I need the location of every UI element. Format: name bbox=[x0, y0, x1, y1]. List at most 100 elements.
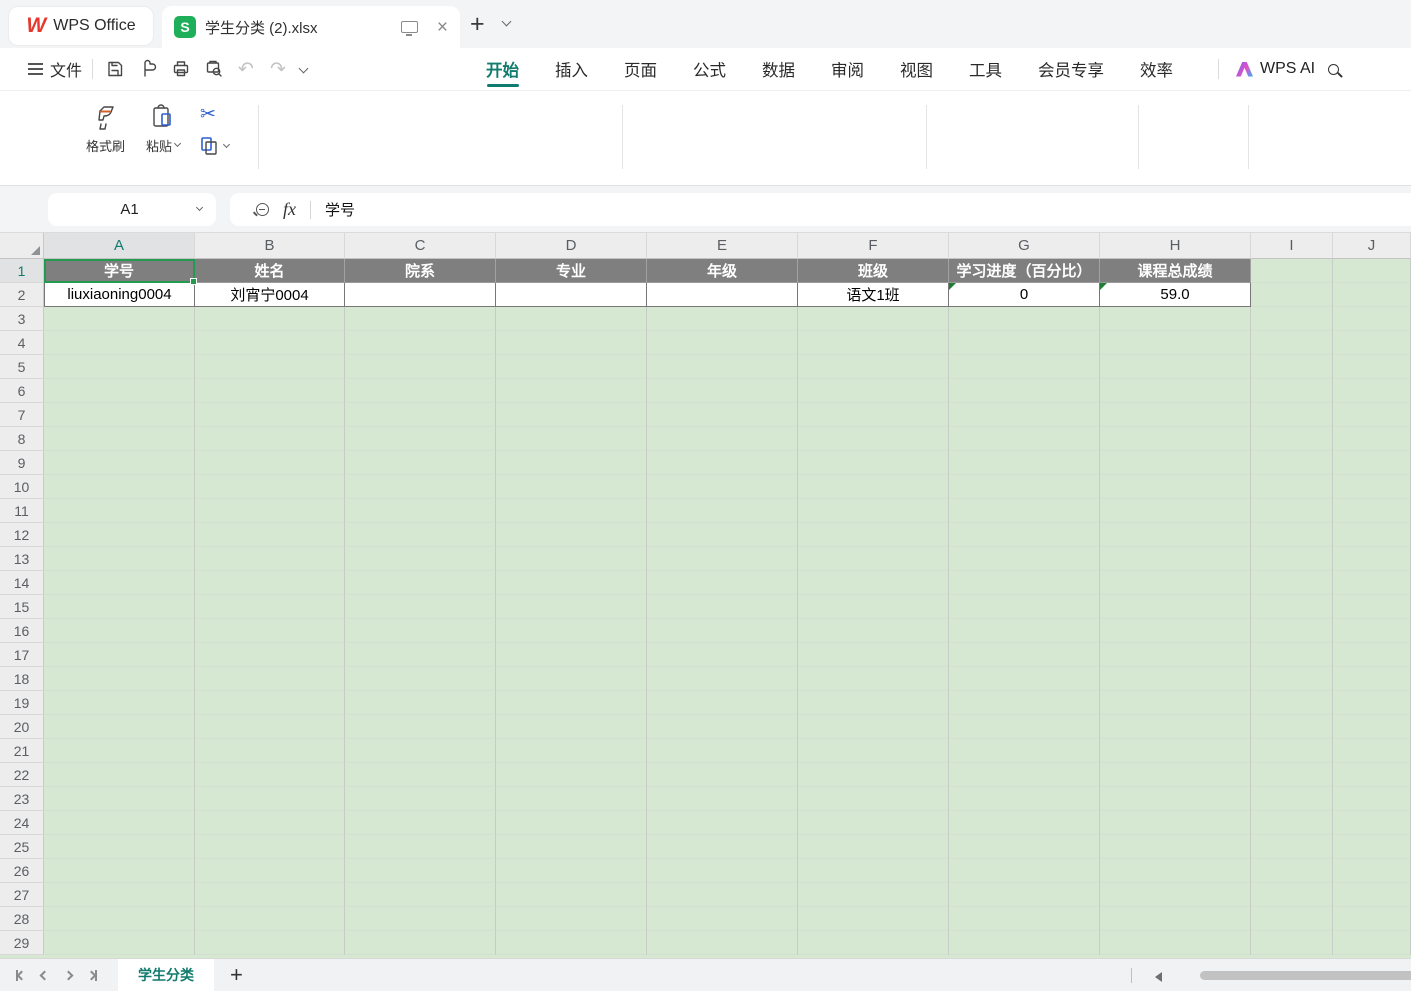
cell-B8[interactable] bbox=[195, 427, 345, 451]
document-tab[interactable]: S 学生分类 (2).xlsx × bbox=[162, 6, 460, 48]
cell-I13[interactable] bbox=[1251, 547, 1333, 571]
cell-G4[interactable] bbox=[949, 331, 1100, 355]
cell-F13[interactable] bbox=[798, 547, 949, 571]
cell-A14[interactable] bbox=[44, 571, 195, 595]
row-header-23[interactable]: 23 bbox=[0, 787, 44, 811]
column-header-I[interactable]: I bbox=[1251, 233, 1333, 259]
cell-I25[interactable] bbox=[1251, 835, 1333, 859]
menu-item-效率[interactable]: 效率 bbox=[1122, 48, 1191, 90]
cell-J25[interactable] bbox=[1333, 835, 1411, 859]
row-header-2[interactable]: 2 bbox=[0, 283, 44, 307]
cell-A17[interactable] bbox=[44, 643, 195, 667]
cell-G13[interactable] bbox=[949, 547, 1100, 571]
cell-F16[interactable] bbox=[798, 619, 949, 643]
formula-zoom-icon[interactable] bbox=[256, 203, 269, 216]
menu-item-插入[interactable]: 插入 bbox=[537, 48, 606, 90]
row-header-11[interactable]: 11 bbox=[0, 499, 44, 523]
cell-G5[interactable] bbox=[949, 355, 1100, 379]
cell-J22[interactable] bbox=[1333, 763, 1411, 787]
redo-button[interactable]: ↷ bbox=[263, 48, 293, 90]
new-tab-button[interactable]: + bbox=[470, 10, 485, 39]
cell-A10[interactable] bbox=[44, 475, 195, 499]
cell-J24[interactable] bbox=[1333, 811, 1411, 835]
cell-I11[interactable] bbox=[1251, 499, 1333, 523]
menu-item-工具[interactable]: 工具 bbox=[951, 48, 1020, 90]
tab-close-icon[interactable]: × bbox=[437, 18, 448, 37]
cell-H15[interactable] bbox=[1100, 595, 1251, 619]
cell-I18[interactable] bbox=[1251, 667, 1333, 691]
cell-I1[interactable] bbox=[1251, 259, 1333, 283]
cell-H3[interactable] bbox=[1100, 307, 1251, 331]
cell-J3[interactable] bbox=[1333, 307, 1411, 331]
cell-D4[interactable] bbox=[496, 331, 647, 355]
cell-D9[interactable] bbox=[496, 451, 647, 475]
cell-I5[interactable] bbox=[1251, 355, 1333, 379]
cell-J21[interactable] bbox=[1333, 739, 1411, 763]
cell-E25[interactable] bbox=[647, 835, 798, 859]
cell-B2[interactable]: 刘宵宁0004 bbox=[195, 283, 345, 307]
cell-I3[interactable] bbox=[1251, 307, 1333, 331]
cut-button[interactable]: ✂ bbox=[200, 103, 216, 126]
cell-D8[interactable] bbox=[496, 427, 647, 451]
cell-G14[interactable] bbox=[949, 571, 1100, 595]
last-sheet-button[interactable] bbox=[80, 963, 104, 987]
row-header-1[interactable]: 1 bbox=[0, 259, 44, 283]
menu-item-会员专享[interactable]: 会员专享 bbox=[1020, 48, 1122, 90]
row-header-12[interactable]: 12 bbox=[0, 523, 44, 547]
cell-I15[interactable] bbox=[1251, 595, 1333, 619]
cell-E2[interactable] bbox=[647, 283, 798, 307]
cell-C7[interactable] bbox=[345, 403, 496, 427]
cell-A5[interactable] bbox=[44, 355, 195, 379]
cell-D14[interactable] bbox=[496, 571, 647, 595]
cell-H26[interactable] bbox=[1100, 859, 1251, 883]
row-header-19[interactable]: 19 bbox=[0, 691, 44, 715]
cell-E27[interactable] bbox=[647, 883, 798, 907]
cell-F25[interactable] bbox=[798, 835, 949, 859]
cell-C3[interactable] bbox=[345, 307, 496, 331]
cell-E16[interactable] bbox=[647, 619, 798, 643]
cell-C29[interactable] bbox=[345, 931, 496, 955]
cell-A13[interactable] bbox=[44, 547, 195, 571]
cell-J20[interactable] bbox=[1333, 715, 1411, 739]
present-monitor-icon[interactable] bbox=[401, 21, 418, 33]
cell-E17[interactable] bbox=[647, 643, 798, 667]
cell-B19[interactable] bbox=[195, 691, 345, 715]
cell-B6[interactable] bbox=[195, 379, 345, 403]
cell-J9[interactable] bbox=[1333, 451, 1411, 475]
cell-A22[interactable] bbox=[44, 763, 195, 787]
cell-G18[interactable] bbox=[949, 667, 1100, 691]
cell-I27[interactable] bbox=[1251, 883, 1333, 907]
cell-I21[interactable] bbox=[1251, 739, 1333, 763]
cell-F9[interactable] bbox=[798, 451, 949, 475]
cell-H23[interactable] bbox=[1100, 787, 1251, 811]
cell-G24[interactable] bbox=[949, 811, 1100, 835]
cell-G3[interactable] bbox=[949, 307, 1100, 331]
cell-C27[interactable] bbox=[345, 883, 496, 907]
cell-F29[interactable] bbox=[798, 931, 949, 955]
cell-C20[interactable] bbox=[345, 715, 496, 739]
cell-F15[interactable] bbox=[798, 595, 949, 619]
file-menu[interactable]: 文件 bbox=[50, 48, 82, 90]
cell-B13[interactable] bbox=[195, 547, 345, 571]
cell-J2[interactable] bbox=[1333, 283, 1411, 307]
cell-E15[interactable] bbox=[647, 595, 798, 619]
cell-J14[interactable] bbox=[1333, 571, 1411, 595]
cell-I20[interactable] bbox=[1251, 715, 1333, 739]
cell-I9[interactable] bbox=[1251, 451, 1333, 475]
cell-J26[interactable] bbox=[1333, 859, 1411, 883]
cell-J12[interactable] bbox=[1333, 523, 1411, 547]
cell-G10[interactable] bbox=[949, 475, 1100, 499]
cell-C16[interactable] bbox=[345, 619, 496, 643]
column-header-C[interactable]: C bbox=[345, 233, 496, 259]
cell-H14[interactable] bbox=[1100, 571, 1251, 595]
first-sheet-button[interactable] bbox=[8, 963, 32, 987]
cell-D17[interactable] bbox=[496, 643, 647, 667]
cell-J6[interactable] bbox=[1333, 379, 1411, 403]
row-header-17[interactable]: 17 bbox=[0, 643, 44, 667]
cell-A21[interactable] bbox=[44, 739, 195, 763]
menu-item-开始[interactable]: 开始 bbox=[468, 48, 537, 90]
cell-G1[interactable]: 学习进度（百分比） bbox=[949, 259, 1100, 283]
scroll-left-icon[interactable] bbox=[1155, 972, 1162, 982]
cell-J17[interactable] bbox=[1333, 643, 1411, 667]
cell-F21[interactable] bbox=[798, 739, 949, 763]
